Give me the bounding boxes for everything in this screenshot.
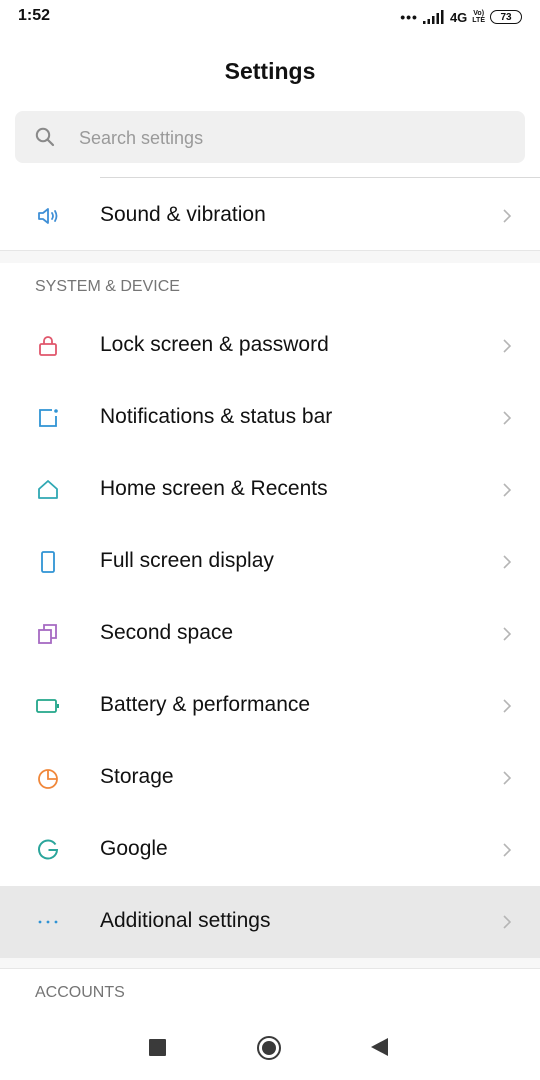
page-title: Settings [224, 58, 316, 84]
section-title-system-device: SYSTEM & DEVICE [35, 278, 180, 295]
more-dots-icon [38, 920, 58, 924]
item-label: Notifications & status bar [100, 405, 333, 428]
volte-indicator: Vo) LTE [472, 10, 485, 24]
signal-icon [422, 10, 444, 24]
search-input[interactable] [77, 111, 501, 165]
item-label: Lock screen & password [100, 333, 329, 356]
item-label: Storage [100, 765, 174, 788]
chevron-right-icon [503, 209, 512, 223]
lock-icon [39, 336, 57, 356]
section-divider [0, 250, 540, 263]
chevron-right-icon [503, 339, 512, 353]
google-icon [38, 839, 59, 860]
volte-bottom: LTE [472, 17, 485, 24]
chevron-right-icon [503, 771, 512, 785]
settings-item-full-screen[interactable]: Full screen display [0, 526, 540, 598]
item-label: Sound & vibration [100, 203, 266, 226]
chevron-right-icon [503, 699, 512, 713]
item-label: Google [100, 837, 168, 860]
chevron-right-icon [503, 555, 512, 569]
settings-item-sound-vibration[interactable]: Sound & vibration [0, 180, 540, 252]
notification-dots: ••• [400, 9, 418, 25]
search-icon [35, 127, 55, 147]
item-label: Additional settings [100, 909, 271, 932]
chevron-right-icon [503, 411, 512, 425]
item-label: Battery & performance [100, 693, 311, 716]
settings-item-additional-settings[interactable]: Additional settings [0, 886, 540, 958]
settings-item-second-space[interactable]: Second space [0, 598, 540, 670]
settings-item-storage[interactable]: Storage [0, 742, 540, 814]
home-icon [38, 480, 58, 499]
divider-line [100, 177, 540, 178]
status-time: 1:52 [18, 7, 51, 24]
chevron-right-icon [503, 483, 512, 497]
item-label: Full screen display [100, 549, 274, 572]
notification-icon [39, 409, 58, 427]
item-label: Second space [100, 621, 234, 644]
item-label: Home screen & Recents [100, 477, 328, 500]
settings-item-google[interactable]: Google [0, 814, 540, 886]
chevron-right-icon [503, 843, 512, 857]
back-button[interactable] [371, 1038, 388, 1056]
section-divider [0, 958, 540, 969]
battery-icon [36, 699, 59, 713]
settings-item-battery[interactable]: Battery & performance [0, 670, 540, 742]
chevron-right-icon [503, 915, 512, 929]
battery-indicator: 73 [490, 10, 522, 24]
storage-pie-icon [38, 769, 58, 789]
home-button[interactable] [257, 1036, 281, 1060]
second-space-icon [38, 624, 57, 644]
navigation-bar [0, 1020, 540, 1080]
settings-item-home-screen[interactable]: Home screen & Recents [0, 454, 540, 526]
volte-top: Vo) [473, 10, 485, 17]
settings-item-notifications[interactable]: Notifications & status bar [0, 382, 540, 454]
speaker-icon [38, 208, 58, 224]
status-icons: ••• 4G Vo) LTE 73 [400, 8, 522, 26]
chevron-right-icon [503, 627, 512, 641]
settings-item-lock-screen[interactable]: Lock screen & password [0, 310, 540, 382]
network-type: 4G [449, 9, 468, 25]
phone-icon [41, 551, 55, 573]
recents-button[interactable] [149, 1039, 166, 1056]
status-bar: 1:52 ••• 4G Vo) LTE 73 [0, 0, 540, 36]
section-title-accounts: ACCOUNTS [35, 984, 125, 1001]
search-bar[interactable] [15, 111, 525, 165]
